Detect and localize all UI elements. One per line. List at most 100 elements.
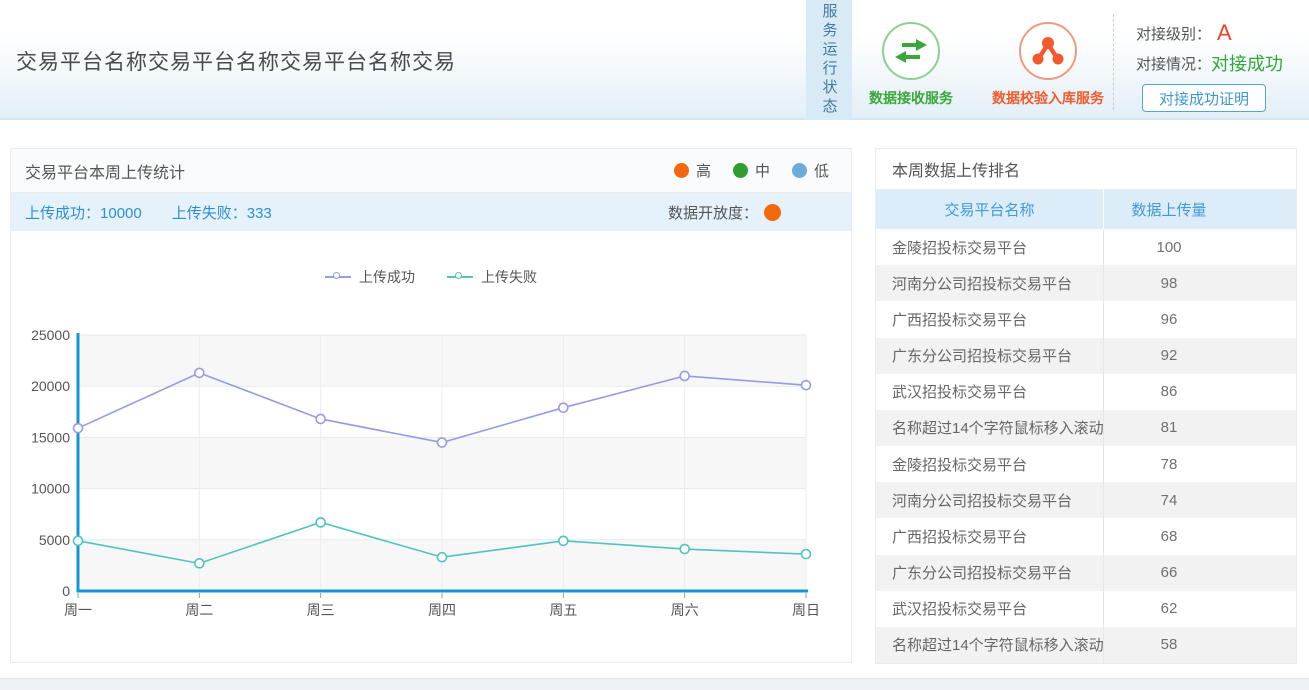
table-row[interactable]: 河南分公司招投标交易平台74: [876, 482, 1296, 518]
platform-name-cell: 名称超过14个字符鼠标移入滚动: [876, 410, 1104, 446]
upload-amount-cell: 66: [1104, 555, 1296, 591]
ranking-panel-title: 本周数据上传排名: [892, 157, 1020, 181]
link-level-row: 对接级别： A: [1136, 18, 1283, 48]
page-title: 交易平台名称交易平台名称交易平台名称交易: [16, 46, 456, 76]
header-divider: [1113, 14, 1114, 110]
link-level-label: 对接级别：: [1136, 23, 1211, 44]
legend-item-mid: 中: [733, 160, 770, 181]
high-dot-icon: [674, 163, 689, 178]
table-row[interactable]: 名称超过14个字符鼠标移入滚动58: [876, 627, 1296, 663]
tab-service-status[interactable]: 服务运行状态: [806, 0, 852, 120]
service-data-receive-label: 数据接收服务: [856, 88, 966, 108]
link-level-value: A: [1217, 20, 1232, 46]
upload-line-chart: 周一 周二 周三 周四 周五 周六 周日 0 5000 10000 15000 20000 25000: [11, 231, 851, 662]
table-row[interactable]: 河南分公司招投标交易平台98: [876, 265, 1296, 301]
legend-item-high: 高: [674, 160, 711, 181]
weekly-upload-panel: 交易平台本周上传统计 高 中 低 上传成功：10000: [10, 148, 852, 663]
svg-text:周一: 周一: [64, 602, 92, 618]
table-row[interactable]: 金陵招投标交易平台100: [876, 229, 1296, 265]
table-row[interactable]: 名称超过14个字符鼠标移入滚动81: [876, 410, 1296, 446]
upload-fail-stat: 上传失败：333: [172, 202, 272, 223]
service-data-validate-label: 数据校验入库服务: [989, 88, 1107, 108]
column-platform-name: 交易平台名称: [876, 190, 1104, 229]
svg-text:周日: 周日: [792, 602, 820, 618]
svg-text:10000: 10000: [31, 481, 70, 497]
upload-amount-cell: 81: [1104, 410, 1296, 446]
data-openness: 数据开放度：: [668, 202, 781, 223]
dashboard-page: 交易平台名称交易平台名称交易平台名称交易 服务运行状态 数据接收服务: [0, 0, 1309, 690]
upload-amount-cell: 78: [1104, 446, 1296, 482]
upload-success-label: 上传成功：: [25, 205, 100, 222]
upload-success-value: 10000: [100, 205, 142, 222]
platform-name-cell: 金陵招投标交易平台: [876, 446, 1104, 482]
svg-text:周二: 周二: [185, 602, 213, 618]
legend-item-low-label: 低: [814, 160, 829, 181]
upload-amount-cell: 100: [1104, 229, 1296, 265]
platform-name-cell: 广西招投标交易平台: [876, 518, 1104, 554]
transfer-arrows-icon: [882, 22, 940, 80]
upload-fail-label: 上传失败：: [172, 205, 247, 222]
ranking-panel-header: 本周数据上传排名: [876, 149, 1296, 190]
svg-text:周四: 周四: [428, 602, 456, 618]
svg-text:0: 0: [62, 583, 70, 599]
ranking-panel: 本周数据上传排名 交易平台名称 数据上传量 金陵招投标交易平台100河南分公司招…: [875, 148, 1297, 664]
upload-amount-cell: 62: [1104, 591, 1296, 627]
service-data-receive: 数据接收服务: [856, 22, 966, 108]
svg-text:25000: 25000: [31, 327, 70, 343]
upload-amount-cell: 96: [1104, 301, 1296, 337]
platform-name-cell: 武汉招投标交易平台: [876, 591, 1104, 627]
svg-text:20000: 20000: [31, 378, 70, 394]
low-dot-icon: [792, 163, 807, 178]
link-info-block: 对接级别： A 对接情况： 对接成功: [1136, 18, 1283, 78]
table-row[interactable]: 武汉招投标交易平台62: [876, 591, 1296, 627]
level-legend: 高 中 低: [674, 160, 829, 181]
svg-text:周六: 周六: [671, 602, 699, 618]
platform-name-cell: 广东分公司招投标交易平台: [876, 338, 1104, 374]
upload-stats-bar: 上传成功：10000 上传失败：333 数据开放度：: [11, 193, 851, 231]
upload-amount-cell: 98: [1104, 265, 1296, 301]
mid-dot-icon: [733, 163, 748, 178]
upload-success-stat: 上传成功：10000: [25, 202, 142, 223]
weekly-upload-panel-header: 交易平台本周上传统计 高 中 低: [11, 149, 851, 193]
platform-name-cell: 金陵招投标交易平台: [876, 229, 1104, 265]
svg-text:周三: 周三: [307, 602, 335, 618]
table-row[interactable]: 广东分公司招投标交易平台92: [876, 338, 1296, 374]
service-data-validate: 数据校验入库服务: [989, 22, 1107, 108]
legend-item-mid-label: 中: [755, 160, 770, 181]
link-status-label: 对接情况：: [1136, 53, 1211, 74]
upload-amount-cell: 74: [1104, 482, 1296, 518]
legend-item-high-label: 高: [696, 160, 711, 181]
tab-service-status-label: 服务运行状态: [819, 3, 840, 117]
svg-text:周五: 周五: [549, 602, 577, 618]
upload-amount-cell: 92: [1104, 338, 1296, 374]
link-success-cert-button[interactable]: 对接成功证明: [1142, 84, 1266, 112]
ranking-rows: 金陵招投标交易平台100河南分公司招投标交易平台98广西招投标交易平台96广东分…: [876, 229, 1296, 663]
upload-amount-cell: 86: [1104, 374, 1296, 410]
legend-item-low: 低: [792, 160, 829, 181]
ranking-table-header: 交易平台名称 数据上传量: [876, 190, 1296, 229]
platform-name-cell: 河南分公司招投标交易平台: [876, 482, 1104, 518]
table-row[interactable]: 金陵招投标交易平台78: [876, 446, 1296, 482]
link-status-value: 对接成功: [1211, 50, 1283, 76]
svg-text:5000: 5000: [39, 532, 70, 548]
table-row[interactable]: 广西招投标交易平台68: [876, 518, 1296, 554]
platform-name-cell: 河南分公司招投标交易平台: [876, 265, 1104, 301]
table-row[interactable]: 广东分公司招投标交易平台66: [876, 555, 1296, 591]
data-openness-label: 数据开放度：: [668, 202, 758, 223]
top-header: 交易平台名称交易平台名称交易平台名称交易 服务运行状态 数据接收服务: [0, 0, 1309, 120]
table-row[interactable]: 广西招投标交易平台96: [876, 301, 1296, 337]
svg-text:15000: 15000: [31, 429, 70, 445]
platform-name-cell: 名称超过14个字符鼠标移入滚动: [876, 627, 1104, 663]
share-node-icon: [1019, 22, 1077, 80]
column-upload-amount: 数据上传量: [1104, 199, 1296, 220]
openness-dot-icon: [764, 204, 781, 221]
link-status-row: 对接情况： 对接成功: [1136, 48, 1283, 78]
weekly-upload-panel-title: 交易平台本周上传统计: [25, 159, 185, 183]
platform-name-cell: 武汉招投标交易平台: [876, 374, 1104, 410]
table-row[interactable]: 武汉招投标交易平台86: [876, 374, 1296, 410]
platform-name-cell: 广西招投标交易平台: [876, 301, 1104, 337]
upload-amount-cell: 58: [1104, 627, 1296, 663]
upload-amount-cell: 68: [1104, 518, 1296, 554]
platform-name-cell: 广东分公司招投标交易平台: [876, 555, 1104, 591]
upload-fail-value: 333: [247, 205, 272, 222]
